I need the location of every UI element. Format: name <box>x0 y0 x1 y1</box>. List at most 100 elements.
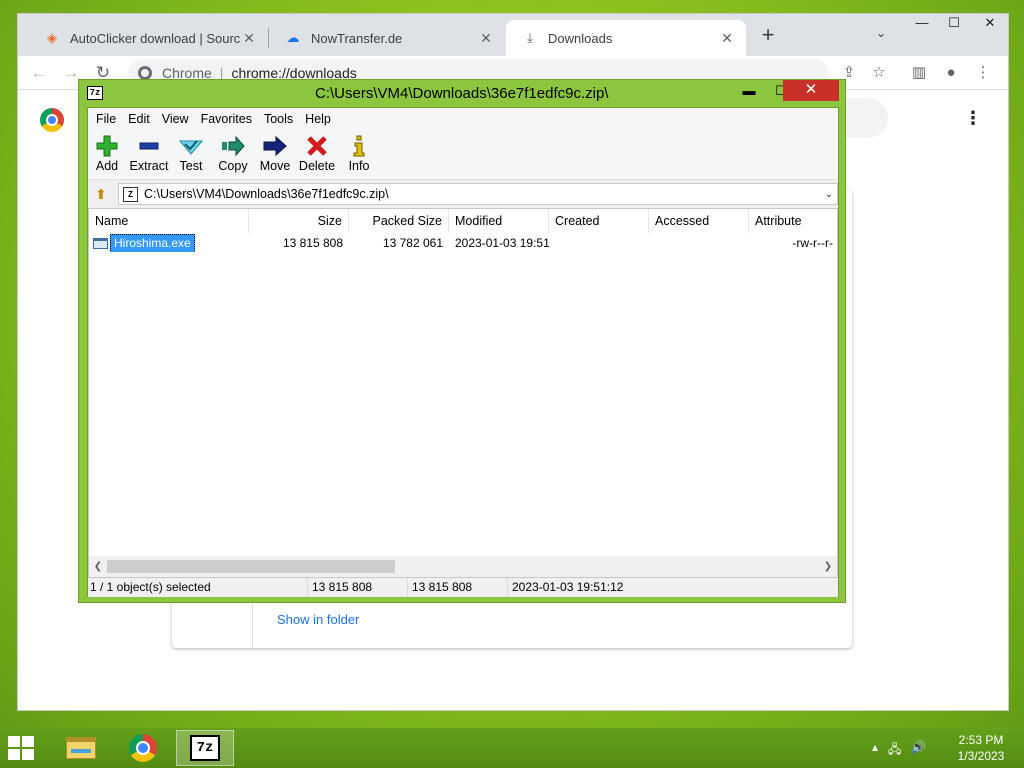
status-selection: 1 / 1 object(s) selected <box>88 578 308 597</box>
extract-button[interactable]: Extract <box>128 134 170 173</box>
menu-bar: File Edit View Favorites Tools Help <box>88 108 838 130</box>
system-tray: ▴ 🖧 🔊 <box>872 740 926 761</box>
tool-label: Add <box>95 159 119 173</box>
network-icon[interactable]: 🖧 <box>888 740 901 761</box>
tab-strip: ◈ AutoClicker download | SourceFc ✕ ☁ No… <box>18 14 1008 56</box>
path-combobox[interactable]: Z C:\Users\VM4\Downloads\36e7f1edfc9c.zi… <box>118 183 838 205</box>
chrome-taskbar-button[interactable] <box>114 730 172 766</box>
chrome-menu-icon[interactable]: ⋮ <box>972 62 994 84</box>
status-modified: 2023-01-03 19:51:12 <box>512 580 624 594</box>
minimize-icon[interactable]: — <box>906 14 938 34</box>
move-button[interactable]: Move <box>254 134 296 173</box>
menu-favorites[interactable]: Favorites <box>195 112 258 126</box>
tool-label: Extract <box>129 159 169 173</box>
7zip-toolbar: Add Extract Test Copy Move Delete Info <box>88 130 838 180</box>
downloads-menu-icon[interactable]: ⋮ <box>964 108 982 129</box>
menu-edit[interactable]: Edit <box>122 112 156 126</box>
7zip-icon: 7z <box>190 735 220 761</box>
check-icon <box>170 134 212 158</box>
info-button[interactable]: Info <box>338 134 380 173</box>
delete-x-icon <box>296 134 338 158</box>
taskbar: 7z ▴ 🖧 🔊 2:53 PM 1/3/2023 <box>0 728 1024 768</box>
tool-label: Move <box>259 159 291 173</box>
scroll-right-icon[interactable]: ❯ <box>819 556 837 577</box>
back-arrow-icon[interactable]: ← <box>26 60 52 86</box>
cell-packed-size: 13 782 061 <box>382 236 443 250</box>
close-icon[interactable]: ✕ <box>477 30 495 47</box>
minus-icon <box>128 134 170 158</box>
cell-accessed <box>649 234 749 252</box>
move-arrow-icon <box>254 134 296 158</box>
windows-start-icon[interactable] <box>8 736 36 760</box>
window-title: C:\Users\VM4\Downloads\36e7f1edfc9c.zip\ <box>315 85 609 102</box>
profile-avatar-icon[interactable]: ● <box>940 62 962 84</box>
up-folder-icon[interactable]: ⬆ <box>92 185 110 203</box>
file-explorer-button[interactable] <box>52 730 110 766</box>
column-attributes[interactable]: Attribute <box>749 209 837 233</box>
new-tab-button[interactable]: + <box>756 24 780 48</box>
column-created[interactable]: Created <box>549 209 649 233</box>
add-button[interactable]: Add <box>86 134 128 173</box>
minimize-icon[interactable]: ▬ <box>735 83 763 101</box>
copy-arrow-icon <box>212 134 254 158</box>
close-window-icon[interactable]: ✕ <box>974 14 1006 34</box>
test-button[interactable]: Test <box>170 134 212 173</box>
7zip-app-icon[interactable]: 7z <box>87 86 103 100</box>
close-icon[interactable]: ✕ <box>718 30 736 47</box>
tab-title: NowTransfer.de <box>311 30 403 46</box>
exe-file-icon <box>93 237 108 249</box>
tab-nowtransfer[interactable]: ☁ NowTransfer.de ✕ <box>269 20 505 56</box>
path-text: C:\Users\VM4\Downloads\36e7f1edfc9c.zip\ <box>144 187 389 201</box>
menu-view[interactable]: View <box>156 112 195 126</box>
file-name: Hiroshima.exe <box>110 234 195 252</box>
cell-created <box>549 234 649 252</box>
tab-downloads[interactable]: ⤓ Downloads ✕ <box>506 20 746 56</box>
tool-label: Test <box>179 159 203 173</box>
volume-icon[interactable]: 🔊 <box>911 740 926 761</box>
table-row[interactable]: Hiroshima.exe 13 815 808 13 782 061 2023… <box>89 234 837 252</box>
menu-tools[interactable]: Tools <box>258 112 299 126</box>
cell-name[interactable]: Hiroshima.exe <box>89 234 249 252</box>
archive-icon: Z <box>123 186 138 202</box>
tab-autoclicker[interactable]: ◈ AutoClicker download | SourceFc ✕ <box>28 20 268 56</box>
chrome-logo-icon <box>40 108 64 132</box>
menu-file[interactable]: File <box>90 112 122 126</box>
tool-label: Delete <box>298 159 336 173</box>
chrome-logo-icon <box>138 66 152 80</box>
7zip-taskbar-button[interactable]: 7z <box>176 730 234 766</box>
maximize-icon[interactable]: ☐ <box>938 14 970 34</box>
show-hidden-icons-icon[interactable]: ▴ <box>872 740 878 761</box>
close-button[interactable]: ✕ <box>783 80 839 101</box>
menu-help[interactable]: Help <box>299 112 337 126</box>
cell-modified: 2023-01-03 19:51 <box>455 236 549 250</box>
delete-button[interactable]: Delete <box>296 134 338 173</box>
copy-button[interactable]: Copy <box>212 134 254 173</box>
status-packed: 13 815 808 <box>410 578 508 597</box>
column-modified[interactable]: Modified <box>449 209 549 233</box>
side-panel-icon[interactable]: ▥ <box>908 62 930 84</box>
7zip-titlebar[interactable]: 7z C:\Users\VM4\Downloads\36e7f1edfc9c.z… <box>79 80 845 106</box>
column-name[interactable]: Name <box>89 209 249 233</box>
column-packed-size[interactable]: Packed Size <box>349 209 449 233</box>
tab-search-chevron-icon[interactable]: ⌄ <box>876 26 886 40</box>
chrome-icon <box>129 734 157 762</box>
file-explorer-icon <box>66 737 96 759</box>
column-size[interactable]: Size <box>249 209 349 233</box>
chevron-down-icon[interactable]: ⌄ <box>821 189 837 200</box>
cloud-icon: ☁ <box>286 30 300 45</box>
cell-size: 13 815 808 <box>282 236 343 250</box>
cell-attributes: -rw-r--r- <box>792 236 833 250</box>
scrollbar-thumb[interactable] <box>107 560 395 573</box>
horizontal-scrollbar[interactable]: ❮ ❯ <box>89 556 837 577</box>
bookmark-star-icon[interactable]: ☆ <box>868 62 890 84</box>
plus-icon <box>86 134 128 158</box>
file-list[interactable]: Name Size Packed Size Modified Created A… <box>88 208 838 578</box>
sourceforge-icon: ◈ <box>47 30 57 45</box>
scroll-left-icon[interactable]: ❮ <box>89 556 107 577</box>
show-in-folder-link[interactable]: Show in folder <box>277 612 359 627</box>
column-accessed[interactable]: Accessed <box>649 209 749 233</box>
7zip-client-area: File Edit View Favorites Tools Help Add … <box>87 107 839 597</box>
status-size: 13 815 808 <box>310 578 408 597</box>
clock[interactable]: 2:53 PM 1/3/2023 <box>940 732 1022 764</box>
close-icon[interactable]: ✕ <box>240 30 258 47</box>
